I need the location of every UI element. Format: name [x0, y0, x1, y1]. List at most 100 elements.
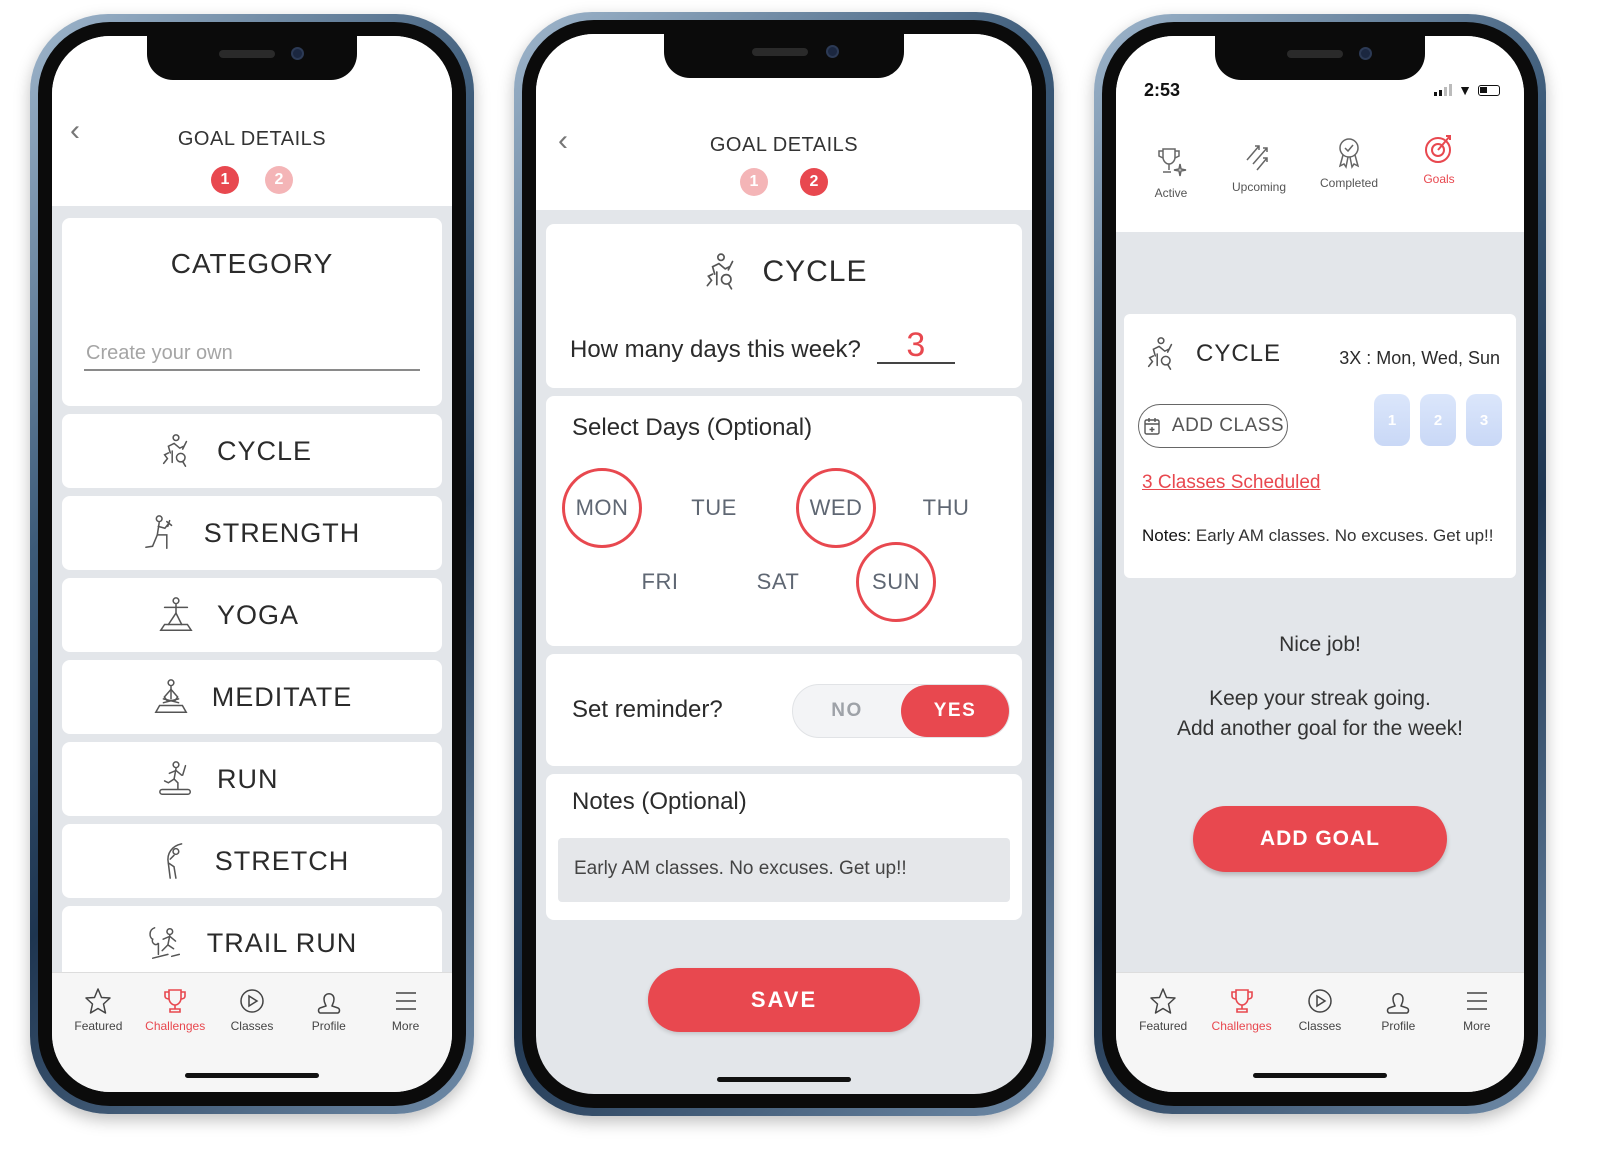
cycle-icon [700, 250, 742, 294]
class-badges: 1 2 3 [1374, 394, 1502, 446]
tab-label: Profile [311, 1019, 346, 1033]
category-card: CATEGORY [62, 218, 442, 406]
category-item-trail-run[interactable]: TRAIL RUN [62, 906, 442, 980]
reminder-no-option[interactable]: NO [793, 685, 901, 737]
trail-run-icon [147, 923, 185, 963]
reminder-toggle[interactable]: NO YES [792, 684, 1010, 738]
day-mon[interactable]: MON [562, 468, 642, 548]
select-days-card: Select Days (Optional) MON TUE WED THU F… [546, 396, 1022, 646]
congrats-line-1: Keep your streak going. [1209, 687, 1431, 710]
congrats-title: Nice job! [1279, 633, 1361, 656]
tab-label: Challenges [1211, 1019, 1272, 1033]
tab-label: Classes [1298, 1019, 1342, 1033]
tab-upcoming[interactable]: Upcoming [1216, 140, 1302, 194]
calendar-add-icon [1142, 416, 1162, 436]
category-item-strength[interactable]: STRENGTH [62, 496, 442, 570]
yoga-icon [157, 595, 195, 635]
tab-label: Profile [1381, 1019, 1416, 1033]
tab-featured[interactable]: Featured [63, 987, 133, 1092]
goal-category: CYCLE [1196, 340, 1282, 367]
category-item-yoga[interactable]: YOGA [62, 578, 442, 652]
day-tue[interactable]: TUE [674, 468, 754, 548]
home-indicator [185, 1073, 319, 1078]
step-2[interactable]: 2 [800, 168, 828, 196]
step-1[interactable]: 1 [740, 168, 768, 196]
badge-number: 1 [1387, 411, 1397, 429]
select-days-title: Select Days (Optional) [572, 414, 813, 441]
tab-label: Classes [230, 1019, 274, 1033]
phone-1: ‹ GOAL DETAILS 1 2 CATEGORY CYCLE STRENG… [30, 14, 474, 1114]
goals-screen: 2:53 ▼ Active Upcoming Completed Goals C… [1116, 36, 1524, 1092]
tab-label: Challenges [145, 1019, 206, 1033]
days-count-input[interactable]: 3 [876, 328, 955, 364]
tab-label: Active [1154, 186, 1188, 200]
bottom-tab-bar: Featured Challenges Classes Profile More [1116, 972, 1524, 1092]
category-title: CATEGORY [170, 248, 334, 279]
class-badge[interactable]: 1 [1374, 394, 1410, 446]
goal-details-screen: ‹ GOAL DETAILS 1 2 CYCLE How many days t… [536, 34, 1032, 1094]
classes-scheduled-link[interactable]: 3 Classes Scheduled [1142, 472, 1321, 494]
category-item-run[interactable]: RUN [62, 742, 442, 816]
class-badge[interactable]: 3 [1466, 394, 1502, 446]
badge-number: 2 [1433, 411, 1443, 429]
day-sun[interactable]: SUN [856, 542, 936, 622]
star-icon [1149, 987, 1177, 1015]
arrows-up-right-icon [1243, 140, 1275, 174]
trophy-icon [161, 987, 189, 1015]
step-2[interactable]: 2 [265, 166, 293, 194]
menu-icon [392, 987, 420, 1015]
category-label: MEDITATE [211, 681, 353, 712]
day-wed[interactable]: WED [796, 468, 876, 548]
phone-bezel: ‹ GOAL DETAILS 1 2 CYCLE How many days t… [522, 20, 1046, 1108]
notes-label: Notes: [1142, 526, 1192, 545]
tab-featured[interactable]: Featured [1128, 987, 1198, 1092]
stretch-icon [155, 841, 193, 881]
class-badge[interactable]: 2 [1420, 394, 1456, 446]
category-item-meditate[interactable]: MEDITATE [62, 660, 442, 734]
notch [1215, 36, 1425, 80]
home-indicator [1253, 1073, 1387, 1078]
tab-label: Featured [74, 1019, 123, 1033]
tab-label: Completed [1319, 176, 1379, 190]
notes-card: Notes (Optional) Early AM classes. No ex… [546, 774, 1022, 920]
notch [147, 36, 357, 80]
strength-icon [144, 513, 182, 553]
category-label: STRETCH [214, 845, 350, 876]
tab-more[interactable]: More [371, 987, 441, 1092]
page-title: GOAL DETAILS [709, 134, 859, 156]
badge-number: 3 [1479, 411, 1489, 429]
day-fri[interactable]: FRI [620, 542, 700, 622]
step-1[interactable]: 1 [211, 166, 239, 194]
tab-label: More [391, 1019, 420, 1033]
home-indicator [717, 1077, 851, 1082]
tab-active[interactable]: Active [1128, 146, 1214, 200]
add-class-button[interactable]: ADD CLASS [1138, 404, 1288, 448]
day-sat[interactable]: SAT [738, 542, 818, 622]
days-question: How many days this week? [570, 336, 861, 363]
goal-notes: Notes: Early AM classes. No excuses. Get… [1142, 526, 1494, 546]
save-button[interactable]: SAVE [648, 968, 920, 1032]
tab-completed[interactable]: Completed [1306, 136, 1392, 190]
page-title: GOAL DETAILS [177, 128, 327, 150]
trophy-sparkle-icon [1155, 146, 1187, 180]
trophy-icon [1228, 987, 1256, 1015]
tab-goals[interactable]: Goals [1396, 132, 1482, 186]
step-indicator: 1 2 [52, 166, 452, 194]
add-goal-button[interactable]: ADD GOAL [1193, 806, 1447, 872]
category-item-stretch[interactable]: STRETCH [62, 824, 442, 898]
reminder-yes-option[interactable]: YES [901, 685, 1009, 737]
status-bar: 2:53 ▼ [1144, 80, 1500, 104]
category-item-cycle[interactable]: CYCLE [62, 414, 442, 488]
congrats-line-2: Add another goal for the week! [1176, 717, 1464, 740]
add-class-label: ADD CLASS [1171, 415, 1285, 436]
phone-bezel: 2:53 ▼ Active Upcoming Completed Goals C… [1102, 22, 1538, 1106]
phone-3: 2:53 ▼ Active Upcoming Completed Goals C… [1094, 14, 1546, 1114]
custom-category-input[interactable] [84, 338, 420, 371]
notes-input[interactable]: Early AM classes. No excuses. Get up!! [558, 838, 1010, 902]
goal-schedule: 3X : Mon, Wed, Sun [1339, 348, 1500, 368]
menu-icon [1463, 987, 1491, 1015]
tab-more[interactable]: More [1442, 987, 1512, 1092]
target-icon [1423, 132, 1455, 166]
day-thu[interactable]: THU [906, 468, 986, 548]
cycle-icon [157, 431, 195, 471]
